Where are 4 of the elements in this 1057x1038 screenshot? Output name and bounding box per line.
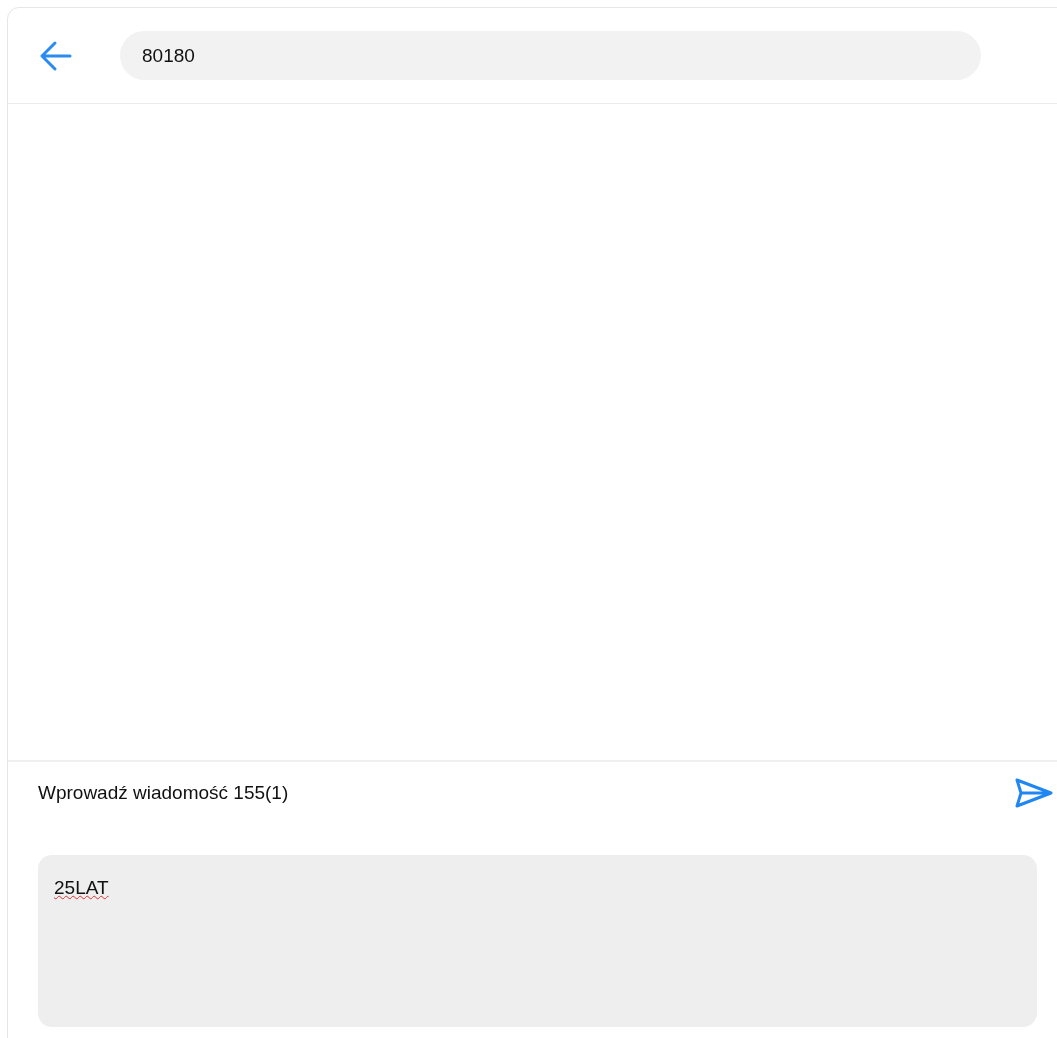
send-icon[interactable] bbox=[1014, 777, 1054, 809]
message-field[interactable]: 25LAT bbox=[38, 855, 1037, 1027]
message-label: Wprowadź wiadomość 155(1) bbox=[38, 782, 289, 804]
title-field[interactable]: 80180 bbox=[120, 31, 981, 80]
